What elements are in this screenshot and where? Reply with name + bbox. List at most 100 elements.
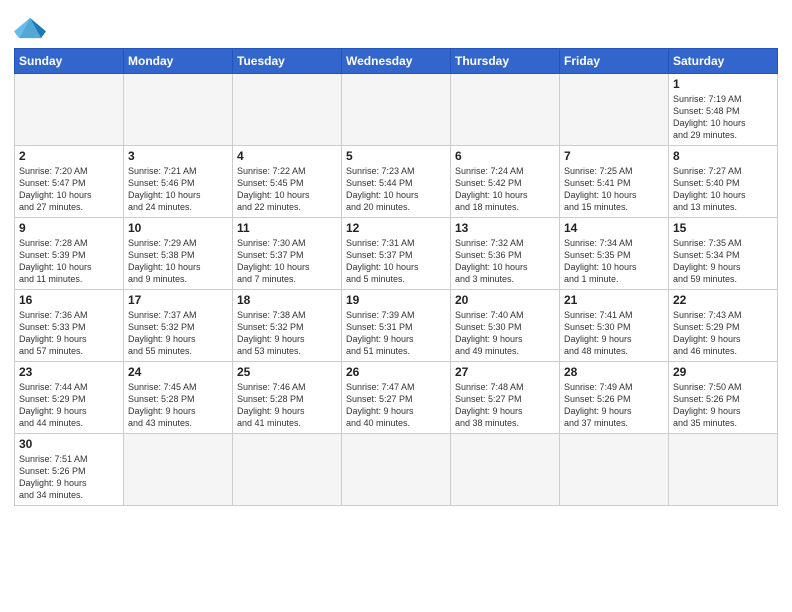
calendar-cell: 4Sunrise: 7:22 AM Sunset: 5:45 PM Daylig… <box>233 146 342 218</box>
day-info: Sunrise: 7:41 AM Sunset: 5:30 PM Dayligh… <box>564 309 664 358</box>
day-number: 18 <box>237 293 337 307</box>
day-number: 11 <box>237 221 337 235</box>
day-info: Sunrise: 7:29 AM Sunset: 5:38 PM Dayligh… <box>128 237 228 286</box>
day-info: Sunrise: 7:50 AM Sunset: 5:26 PM Dayligh… <box>673 381 773 430</box>
calendar-cell: 1 Sunrise: 7:19 AM Sunset: 5:48 PM Daylig… <box>669 74 778 146</box>
logo-icon <box>14 14 46 42</box>
day-number: 12 <box>346 221 446 235</box>
weekday-header-tuesday: Tuesday <box>233 49 342 74</box>
day-number: 17 <box>128 293 228 307</box>
day-info: Sunrise: 7:43 AM Sunset: 5:29 PM Dayligh… <box>673 309 773 358</box>
day-info: Sunrise: 7:51 AM Sunset: 5:26 PM Dayligh… <box>19 453 119 502</box>
day-info: Sunrise: 7:21 AM Sunset: 5:46 PM Dayligh… <box>128 165 228 214</box>
day-info: Sunrise: 7:45 AM Sunset: 5:28 PM Dayligh… <box>128 381 228 430</box>
day-info: Sunrise: 7:31 AM Sunset: 5:37 PM Dayligh… <box>346 237 446 286</box>
calendar-cell: 27Sunrise: 7:48 AM Sunset: 5:27 PM Dayli… <box>451 362 560 434</box>
calendar-cell <box>124 434 233 506</box>
calendar-cell: 10 Sunrise: 7:29 AM Sunset: 5:38 PM Dayli… <box>124 218 233 290</box>
calendar-cell: 3 Sunrise: 7:21 AM Sunset: 5:46 PM Daylig… <box>124 146 233 218</box>
day-info: Sunrise: 7:19 AM Sunset: 5:48 PM Dayligh… <box>673 93 773 142</box>
day-info: Sunrise: 7:47 AM Sunset: 5:27 PM Dayligh… <box>346 381 446 430</box>
day-info: Sunrise: 7:38 AM Sunset: 5:32 PM Dayligh… <box>237 309 337 358</box>
day-number: 6 <box>455 149 555 163</box>
day-number: 16 <box>19 293 119 307</box>
day-info: Sunrise: 7:24 AM Sunset: 5:42 PM Dayligh… <box>455 165 555 214</box>
day-number: 19 <box>346 293 446 307</box>
calendar-cell: 9Sunrise: 7:28 AM Sunset: 5:39 PM Daylig… <box>15 218 124 290</box>
weekday-header-row: SundayMondayTuesdayWednesdayThursdayFrid… <box>15 49 778 74</box>
day-info: Sunrise: 7:22 AM Sunset: 5:45 PM Dayligh… <box>237 165 337 214</box>
weekday-header-saturday: Saturday <box>669 49 778 74</box>
day-number: 21 <box>564 293 664 307</box>
day-number: 5 <box>346 149 446 163</box>
calendar-cell: 8Sunrise: 7:27 AM Sunset: 5:40 PM Daylig… <box>669 146 778 218</box>
day-info: Sunrise: 7:34 AM Sunset: 5:35 PM Dayligh… <box>564 237 664 286</box>
calendar-cell <box>451 74 560 146</box>
day-number: 22 <box>673 293 773 307</box>
day-info: Sunrise: 7:23 AM Sunset: 5:44 PM Dayligh… <box>346 165 446 214</box>
calendar-cell: 20 Sunrise: 7:40 AM Sunset: 5:30 PM Dayli… <box>451 290 560 362</box>
weekday-header-friday: Friday <box>560 49 669 74</box>
day-info: Sunrise: 7:44 AM Sunset: 5:29 PM Dayligh… <box>19 381 119 430</box>
day-number: 24 <box>128 365 228 379</box>
calendar-cell <box>15 74 124 146</box>
day-number: 28 <box>564 365 664 379</box>
day-info: Sunrise: 7:36 AM Sunset: 5:33 PM Dayligh… <box>19 309 119 358</box>
calendar-week-4: 16 Sunrise: 7:36 AM Sunset: 5:33 PM Dayli… <box>15 290 778 362</box>
day-info: Sunrise: 7:49 AM Sunset: 5:26 PM Dayligh… <box>564 381 664 430</box>
logo <box>14 14 50 42</box>
calendar-cell: 15Sunrise: 7:35 AM Sunset: 5:34 PM Dayli… <box>669 218 778 290</box>
day-info: Sunrise: 7:40 AM Sunset: 5:30 PM Dayligh… <box>455 309 555 358</box>
calendar-cell: 23 Sunrise: 7:44 AM Sunset: 5:29 PM Dayli… <box>15 362 124 434</box>
calendar-cell: 21 Sunrise: 7:41 AM Sunset: 5:30 PM Dayli… <box>560 290 669 362</box>
calendar-cell: 25 Sunrise: 7:46 AM Sunset: 5:28 PM Dayli… <box>233 362 342 434</box>
calendar-cell: 28 Sunrise: 7:49 AM Sunset: 5:26 PM Dayli… <box>560 362 669 434</box>
day-info: Sunrise: 7:46 AM Sunset: 5:28 PM Dayligh… <box>237 381 337 430</box>
day-number: 25 <box>237 365 337 379</box>
calendar-week-6: 30 Sunrise: 7:51 AM Sunset: 5:26 PM Dayli… <box>15 434 778 506</box>
day-number: 3 <box>128 149 228 163</box>
calendar-cell: 11Sunrise: 7:30 AM Sunset: 5:37 PM Dayli… <box>233 218 342 290</box>
day-number: 13 <box>455 221 555 235</box>
calendar-week-2: 2 Sunrise: 7:20 AM Sunset: 5:47 PM Daylig… <box>15 146 778 218</box>
calendar-cell <box>233 74 342 146</box>
calendar-cell: 6 Sunrise: 7:24 AM Sunset: 5:42 PM Daylig… <box>451 146 560 218</box>
day-info: Sunrise: 7:27 AM Sunset: 5:40 PM Dayligh… <box>673 165 773 214</box>
calendar-cell: 14 Sunrise: 7:34 AM Sunset: 5:35 PM Dayli… <box>560 218 669 290</box>
calendar-cell <box>669 434 778 506</box>
day-number: 29 <box>673 365 773 379</box>
calendar-cell <box>560 434 669 506</box>
weekday-header-monday: Monday <box>124 49 233 74</box>
calendar-cell: 19Sunrise: 7:39 AM Sunset: 5:31 PM Dayli… <box>342 290 451 362</box>
day-number: 14 <box>564 221 664 235</box>
header <box>14 10 778 42</box>
day-info: Sunrise: 7:37 AM Sunset: 5:32 PM Dayligh… <box>128 309 228 358</box>
day-number: 7 <box>564 149 664 163</box>
calendar-cell <box>233 434 342 506</box>
calendar-cell: 30 Sunrise: 7:51 AM Sunset: 5:26 PM Dayli… <box>15 434 124 506</box>
calendar-cell: 16 Sunrise: 7:36 AM Sunset: 5:33 PM Dayli… <box>15 290 124 362</box>
day-info: Sunrise: 7:32 AM Sunset: 5:36 PM Dayligh… <box>455 237 555 286</box>
day-number: 23 <box>19 365 119 379</box>
weekday-header-sunday: Sunday <box>15 49 124 74</box>
calendar-cell <box>451 434 560 506</box>
day-info: Sunrise: 7:35 AM Sunset: 5:34 PM Dayligh… <box>673 237 773 286</box>
day-number: 1 <box>673 77 773 91</box>
day-number: 20 <box>455 293 555 307</box>
day-info: Sunrise: 7:20 AM Sunset: 5:47 PM Dayligh… <box>19 165 119 214</box>
day-number: 30 <box>19 437 119 451</box>
calendar-cell: 12 Sunrise: 7:31 AM Sunset: 5:37 PM Dayli… <box>342 218 451 290</box>
calendar: SundayMondayTuesdayWednesdayThursdayFrid… <box>14 48 778 506</box>
day-info: Sunrise: 7:25 AM Sunset: 5:41 PM Dayligh… <box>564 165 664 214</box>
page: SundayMondayTuesdayWednesdayThursdayFrid… <box>0 0 792 612</box>
calendar-cell: 2 Sunrise: 7:20 AM Sunset: 5:47 PM Daylig… <box>15 146 124 218</box>
day-info: Sunrise: 7:28 AM Sunset: 5:39 PM Dayligh… <box>19 237 119 286</box>
calendar-cell <box>342 434 451 506</box>
day-number: 2 <box>19 149 119 163</box>
day-number: 10 <box>128 221 228 235</box>
calendar-cell: 17 Sunrise: 7:37 AM Sunset: 5:32 PM Dayli… <box>124 290 233 362</box>
day-info: Sunrise: 7:48 AM Sunset: 5:27 PM Dayligh… <box>455 381 555 430</box>
calendar-cell: 22 Sunrise: 7:43 AM Sunset: 5:29 PM Dayli… <box>669 290 778 362</box>
calendar-cell: 7 Sunrise: 7:25 AM Sunset: 5:41 PM Daylig… <box>560 146 669 218</box>
calendar-cell: 26Sunrise: 7:47 AM Sunset: 5:27 PM Dayli… <box>342 362 451 434</box>
